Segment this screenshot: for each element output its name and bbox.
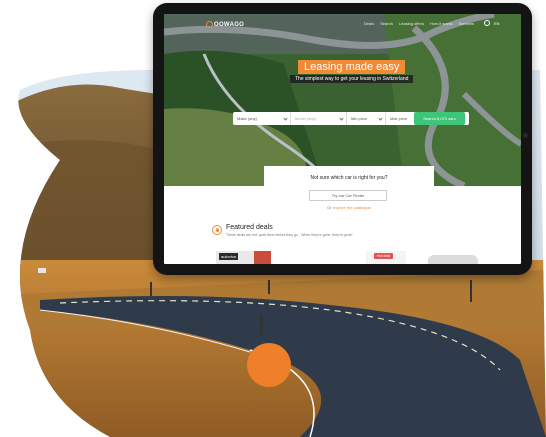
site-logo[interactable]: OOWAGO	[206, 21, 244, 28]
make-select-label: Make (any)	[237, 116, 258, 121]
deal-card[interactable]: Hot deal	[366, 251, 406, 264]
model-select-label: Model (any)	[295, 116, 317, 121]
card-image	[254, 251, 271, 264]
min-price-label: Min price	[351, 116, 368, 121]
nav-link-how-it-works[interactable]: How it works	[430, 21, 453, 26]
chevron-down-icon	[283, 116, 288, 121]
car-finder-card: Not sure which car is right for you? Try…	[264, 166, 434, 226]
logo-text: OOWAGO	[214, 21, 245, 28]
car-finder-title: Not sure which car is right for you?	[310, 175, 388, 181]
make-select[interactable]: Make (any)	[233, 112, 291, 125]
nav-link-leasing-offers[interactable]: Leasing offers	[399, 21, 424, 26]
hero-subline: The simplest way to get your leasing in …	[290, 75, 414, 83]
nav-right: EN	[484, 20, 500, 26]
dealer-brand-label: autoviva	[219, 253, 238, 260]
featured-deals-title: Featured deals	[226, 224, 273, 231]
catalogue-prompt: Or explore the catalogue	[264, 205, 434, 210]
deal-card[interactable]: autoviva	[216, 251, 271, 264]
model-select[interactable]: Model (any)	[291, 112, 347, 125]
chevron-down-icon	[339, 116, 344, 121]
search-button[interactable]: Search 6,071 cars	[414, 112, 465, 125]
featured-deals-subtitle: These deals are hot, grab them before th…	[226, 233, 353, 237]
nav-link-services[interactable]: Services	[459, 21, 474, 26]
car-finder-button[interactable]: Try our Car Finder	[309, 190, 387, 201]
flame-icon	[212, 225, 222, 235]
tablet-home-button	[523, 133, 528, 138]
website-screen: OOWAGO Deals Search Leasing offers How i…	[164, 14, 521, 264]
nav-link-deals[interactable]: Deals	[364, 21, 374, 26]
chevron-down-icon	[378, 116, 383, 121]
logo-ring-icon	[206, 21, 213, 28]
hero-section: OOWAGO Deals Search Leasing offers How i…	[164, 14, 521, 186]
hero-headline: Leasing made easy	[298, 60, 406, 74]
nav-link-search[interactable]: Search	[380, 21, 393, 26]
tablet-device: OOWAGO Deals Search Leasing offers How i…	[153, 3, 532, 275]
hot-deal-badge: Hot deal	[374, 253, 394, 259]
deal-card-car-image[interactable]	[428, 255, 478, 264]
min-price-select[interactable]: Min price	[347, 112, 386, 125]
top-navigation: OOWAGO Deals Search Leasing offers How i…	[164, 14, 521, 28]
catalogue-link[interactable]: explore the catalogue	[333, 205, 371, 210]
language-selector[interactable]: EN	[494, 21, 500, 26]
nav-links: Deals Search Leasing offers How it works…	[364, 21, 474, 26]
user-icon[interactable]	[484, 20, 490, 26]
hero-aerial-road-image	[164, 14, 521, 186]
or-text: Or	[327, 205, 332, 210]
max-price-label: Max price	[390, 116, 408, 121]
